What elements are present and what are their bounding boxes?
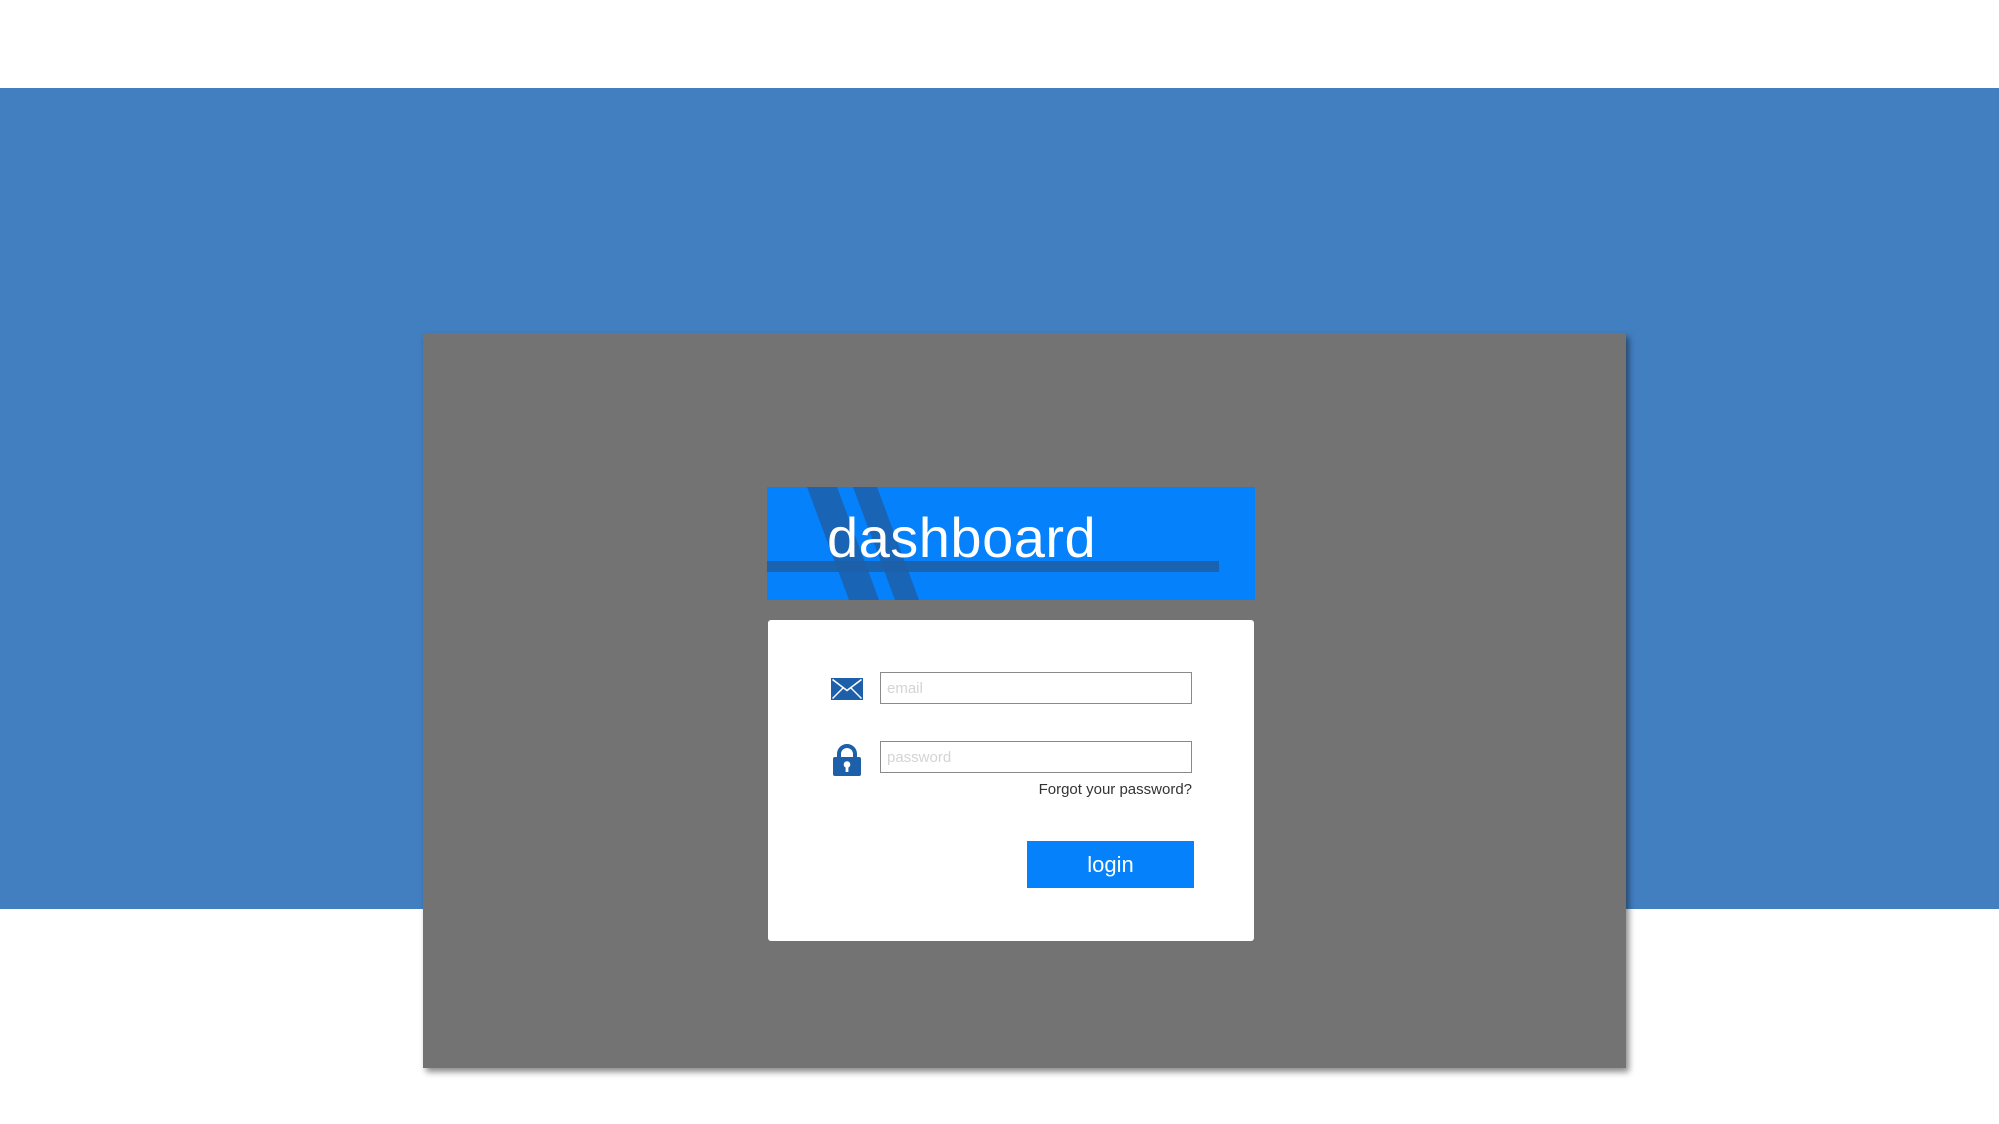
lock-icon (833, 744, 861, 776)
email-field[interactable] (880, 672, 1192, 704)
dashboard-banner: dashboard (767, 487, 1255, 600)
forgot-password-link[interactable]: Forgot your password? (1039, 781, 1192, 798)
login-card: Forgot your password? login (768, 620, 1254, 941)
envelope-icon (831, 678, 863, 700)
page: dashboard Forgot your password? login (0, 0, 1999, 1124)
password-field[interactable] (880, 741, 1192, 773)
login-button[interactable]: login (1027, 841, 1194, 888)
page-title: dashboard (827, 506, 1097, 569)
